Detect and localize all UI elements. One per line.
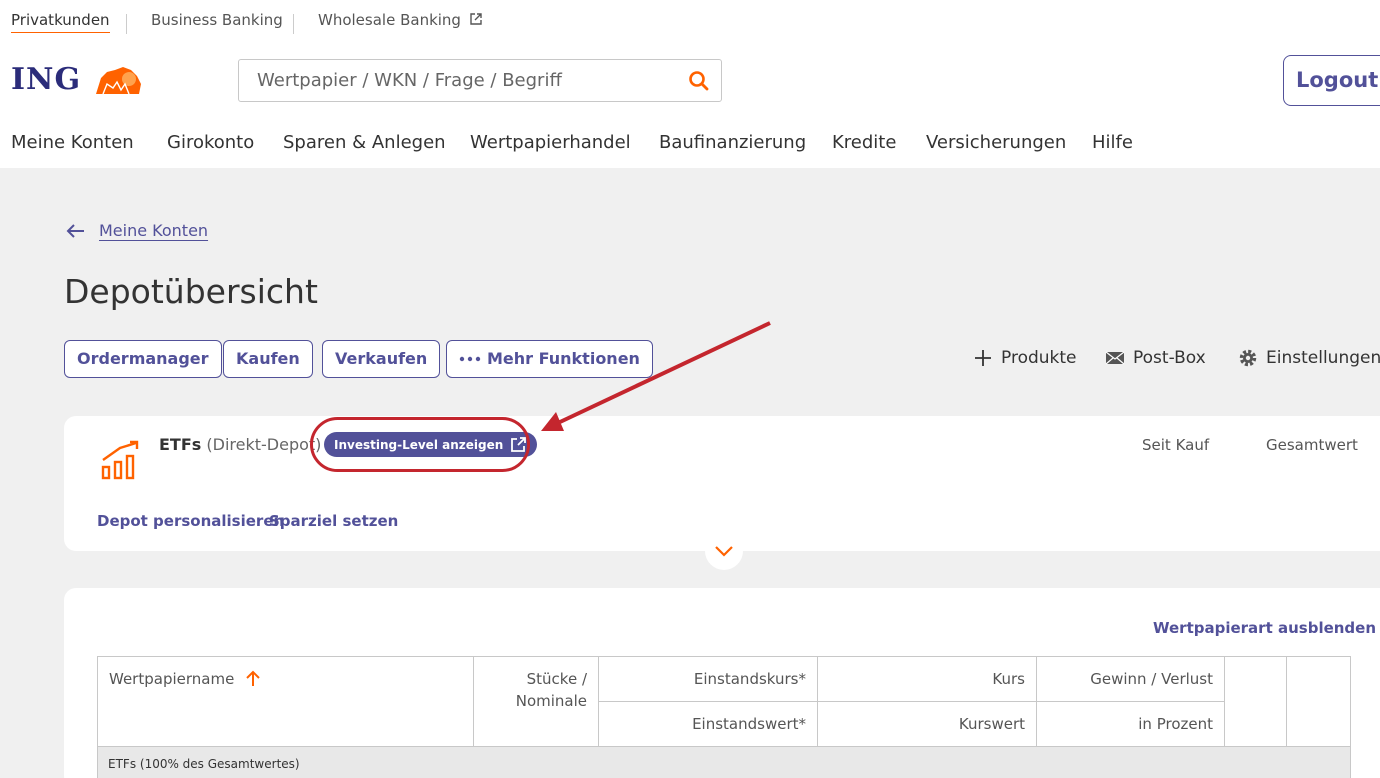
gewinn-verlust-header[interactable]: Gewinn / Verlust (1036, 656, 1225, 702)
group-row: ETFs (100% des Gesamtwertes) (97, 746, 1351, 778)
segment-divider (293, 14, 294, 34)
nav-sparen-anlegen[interactable]: Sparen & Anlegen (283, 132, 446, 153)
verkaufen-button[interactable]: Verkaufen (322, 340, 441, 378)
produkte-label: Produkte (1001, 348, 1077, 368)
nav-girokonto[interactable]: Girokonto (167, 132, 254, 153)
empty-header-cell (1224, 656, 1287, 747)
kurswert-header[interactable]: Kurswert (817, 701, 1037, 747)
mehr-funktionen-label: Mehr Funktionen (487, 349, 640, 368)
ordermanager-button[interactable]: Ordermanager (64, 340, 222, 378)
wertpapiername-label: Wertpapiername (109, 670, 235, 688)
sort-up-arrow-icon[interactable] (245, 670, 261, 687)
holdings-card: Wertpapierart ausblenden Wertpapiername … (64, 588, 1380, 778)
envelope-icon (1105, 351, 1125, 365)
segment-wholesale-banking[interactable]: Wholesale Banking (318, 11, 483, 29)
segment-wholesale-label: Wholesale Banking (318, 11, 461, 29)
nav-kredite[interactable]: Kredite (832, 132, 896, 153)
search-box (238, 59, 722, 102)
kaufen-button[interactable]: Kaufen (223, 340, 313, 378)
header: Privatkunden Business Banking Wholesale … (0, 0, 1380, 168)
main-content: Meine Konten Depotübersicht Ordermanager… (0, 168, 1380, 778)
highlight-circle (310, 417, 530, 472)
breadcrumb: Meine Konten (64, 221, 208, 240)
wertpapiername-header[interactable]: Wertpapiername (97, 656, 474, 747)
stuecke-header[interactable]: Stücke / Nominale (473, 656, 599, 747)
depot-title: ETFs (159, 435, 202, 454)
gear-icon (1239, 349, 1257, 367)
wertpapierart-ausblenden-link[interactable]: Wertpapierart ausblenden (1153, 619, 1376, 637)
nav-baufinanzierung[interactable]: Baufinanzierung (659, 132, 806, 153)
segment-privatkunden[interactable]: Privatkunden (11, 11, 110, 33)
nominale-label: Nominale (515, 692, 587, 710)
depot-type: (Direkt-Depot) (206, 435, 322, 454)
arrow-left-icon[interactable] (64, 222, 86, 240)
kurs-header[interactable]: Kurs (817, 656, 1037, 702)
seit-kauf-header: Seit Kauf (1142, 436, 1210, 454)
nav-versicherungen[interactable]: Versicherungen (926, 132, 1066, 153)
nav-wertpapierhandel[interactable]: Wertpapierhandel (470, 132, 631, 153)
nav-hilfe[interactable]: Hilfe (1092, 132, 1133, 153)
logout-button[interactable]: Logout (1283, 55, 1380, 106)
depot-card: ETFs (Direkt-Depot) Investing-Level anze… (64, 416, 1380, 551)
expand-button[interactable] (705, 532, 743, 570)
plus-icon (975, 350, 991, 366)
einstellungen-action[interactable]: Einstellungen (1238, 348, 1380, 368)
nav-meine-konten[interactable]: Meine Konten (11, 132, 134, 153)
einstandswert-header[interactable]: Einstandswert* (598, 701, 818, 747)
chevron-down-icon (715, 546, 733, 557)
holdings-table: Wertpapiername Stücke / Nominale Einstan… (97, 656, 1351, 747)
sparziel-setzen-link[interactable]: Sparziel setzen (269, 512, 398, 530)
stuecke-label: Stücke / (526, 670, 587, 688)
postbox-label: Post-Box (1133, 348, 1206, 368)
einstellungen-label: Einstellungen (1266, 348, 1380, 368)
segment-divider (126, 14, 127, 34)
gesamtwert-header: Gesamtwert (1266, 436, 1358, 454)
chart-growth-icon (101, 440, 139, 480)
search-icon[interactable] (688, 70, 710, 92)
ing-logo[interactable]: ING (11, 62, 81, 97)
page-title: Depotübersicht (64, 272, 318, 311)
back-link[interactable]: Meine Konten (99, 221, 208, 240)
prozent-header[interactable]: in Prozent (1036, 701, 1225, 747)
segment-business-banking[interactable]: Business Banking (151, 11, 283, 29)
empty-header-cell (1286, 656, 1351, 747)
depot-name: ETFs (Direkt-Depot) (159, 435, 321, 454)
einstandskurs-header[interactable]: Einstandskurs* (598, 656, 818, 702)
depot-personalisieren-link[interactable]: Depot personalisieren (97, 512, 284, 530)
lion-logo-icon (96, 67, 141, 95)
produkte-action[interactable]: Produkte (973, 348, 1077, 368)
external-link-icon (470, 13, 482, 25)
search-input[interactable] (257, 70, 657, 91)
postbox-action[interactable]: Post-Box (1105, 348, 1206, 368)
mehr-funktionen-button[interactable]: Mehr Funktionen (446, 340, 653, 378)
more-dots-icon (459, 356, 481, 362)
